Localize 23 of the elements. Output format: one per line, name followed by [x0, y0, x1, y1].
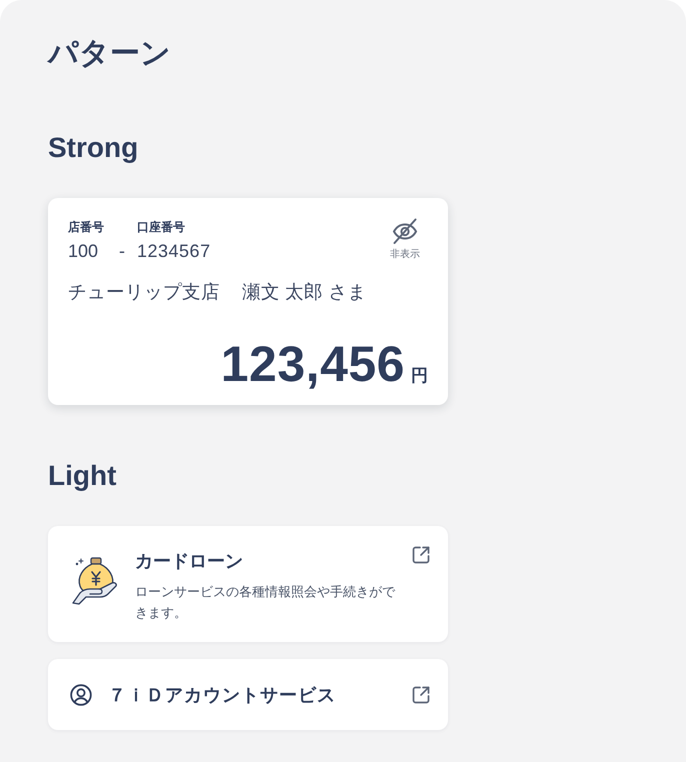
external-link-icon — [411, 684, 431, 704]
balance-amount: 123,456 — [220, 339, 405, 389]
account-number: 1234567 — [137, 240, 211, 263]
service-title: ７ｉＤアカウントサービス — [108, 684, 336, 706]
currency-unit: 円 — [411, 366, 428, 386]
branch-number: 100 — [68, 240, 98, 263]
hide-balance-button[interactable]: 非表示 — [390, 217, 420, 261]
section-heading: Light — [48, 459, 116, 493]
user-circle-icon — [70, 684, 92, 706]
external-link-icon — [411, 545, 431, 565]
customer-name: 瀬文 太郎 さま — [242, 280, 366, 304]
branch-name: チューリップ支店 — [68, 280, 220, 304]
section-heading: Strong — [48, 131, 138, 165]
eye-slash-icon — [391, 217, 419, 245]
service-card[interactable]: ７ｉＤアカウントサービス — [48, 659, 448, 730]
service-description: ローンサービスの各種情報照会や手続きができます。 — [135, 583, 396, 622]
service-card[interactable]: カードローン ローンサービスの各種情報照会や手続きができます。 — [48, 526, 448, 642]
branch-number-label: 店番号 — [68, 219, 105, 235]
account-number-label: 口座番号 — [137, 219, 186, 235]
service-title: カードローン — [135, 550, 244, 573]
separator-dash: - — [119, 240, 125, 263]
money-bag-hand-icon — [72, 556, 120, 606]
page-title: パターン — [48, 36, 171, 72]
